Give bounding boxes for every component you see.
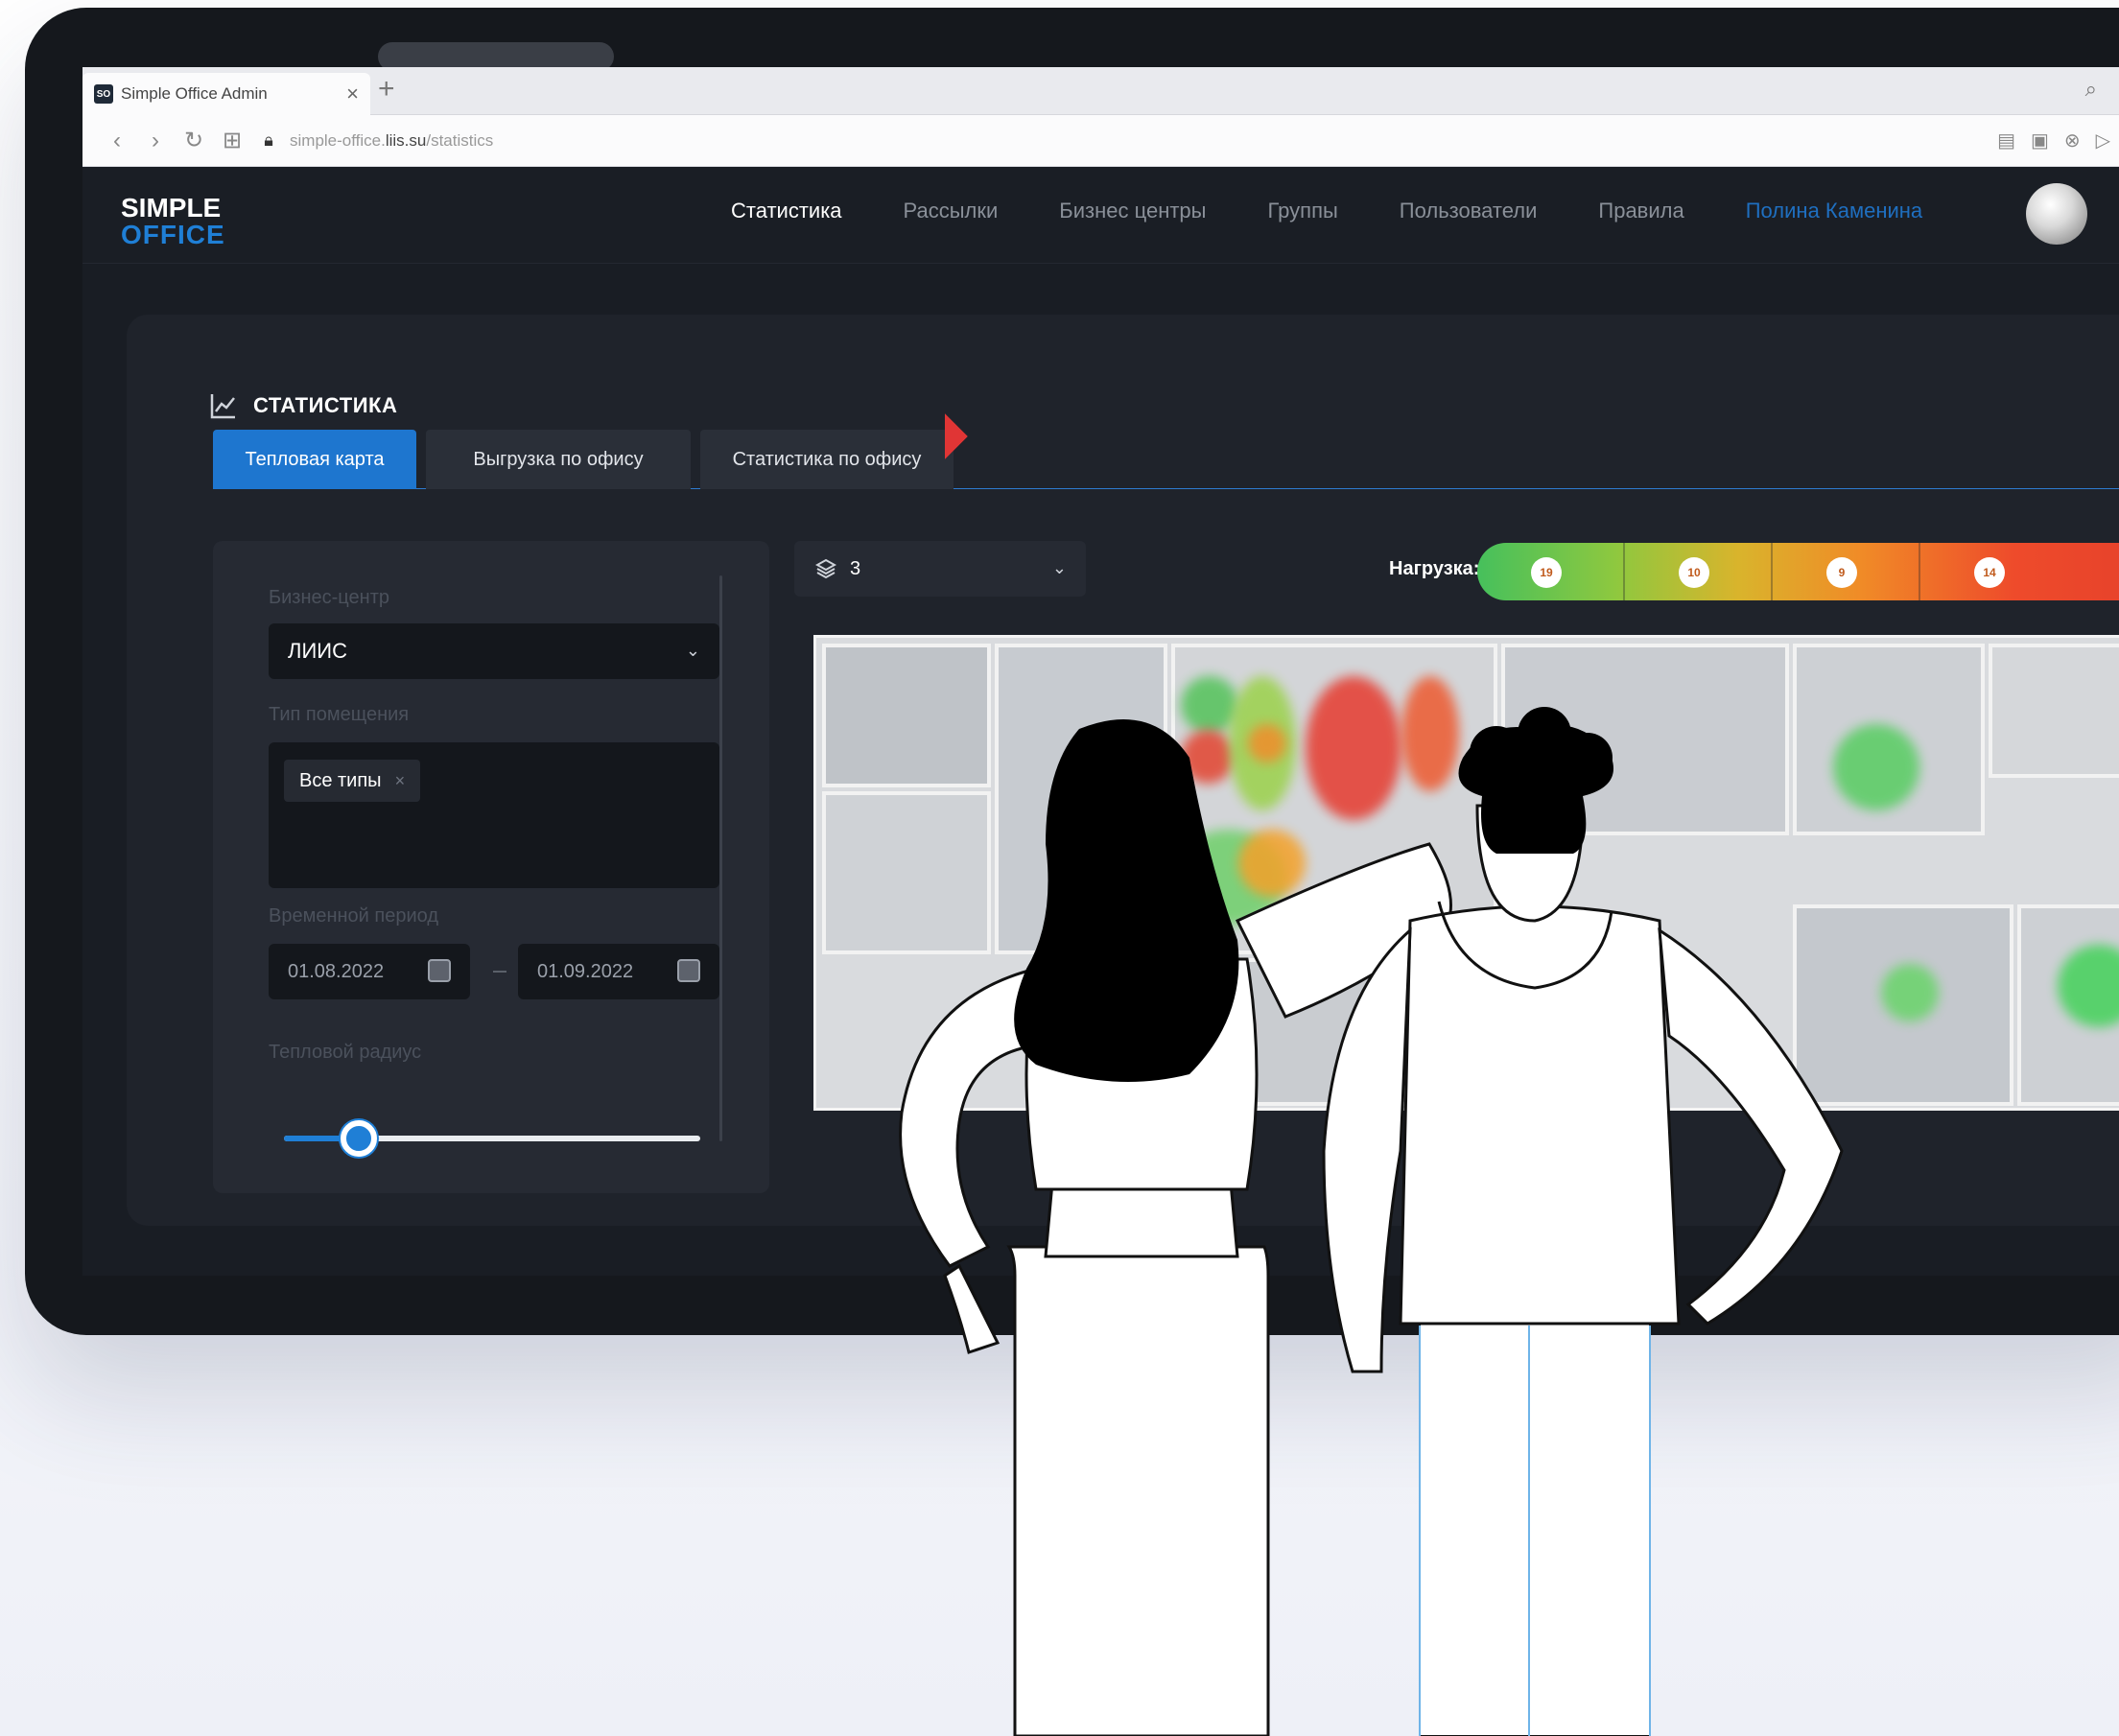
- url-prefix: simple-office.: [290, 130, 386, 150]
- search-icon[interactable]: ⌕: [2085, 77, 2097, 102]
- apps-grid-icon[interactable]: ⊞: [213, 127, 251, 154]
- period-label: Временной период: [269, 905, 439, 927]
- new-badge-icon: [922, 413, 968, 459]
- user-name[interactable]: Полина Каменина: [1746, 199, 1922, 223]
- line-chart-icon: [210, 394, 235, 419]
- floor-value: 3: [850, 557, 861, 579]
- filter-scrollbar[interactable]: [719, 575, 722, 1141]
- room-type-chip[interactable]: Все типы ×: [284, 760, 421, 802]
- app-header: SIMPLE OFFICE Статистика Рассылки Бизнес…: [82, 168, 2119, 264]
- back-icon[interactable]: ‹: [98, 128, 136, 154]
- room: [1989, 644, 2119, 778]
- heat-spot: [1190, 1002, 1248, 1060]
- tab-office-stats[interactable]: Статистика по офису: [700, 430, 954, 489]
- tab-office-stats-label: Статистика по офису: [732, 448, 922, 470]
- heat-spot: [1833, 724, 1919, 810]
- heat-spot: [1306, 676, 1401, 820]
- room-type-label: Тип помещения: [269, 704, 410, 725]
- layers-icon: [815, 558, 836, 579]
- date-to-input[interactable]: 01.09.2022: [518, 944, 719, 999]
- url-domain: liis.su: [385, 130, 427, 150]
- close-tab-icon[interactable]: ×: [346, 82, 359, 106]
- favicon-icon: SO: [94, 84, 113, 104]
- heat-spot: [1881, 964, 1939, 1021]
- reload-icon[interactable]: ↻: [175, 127, 213, 154]
- page-title: СТАТИСТИКА: [209, 391, 397, 420]
- business-center-select[interactable]: ЛИИС ⌄: [269, 623, 719, 679]
- send-icon[interactable]: ▷: [2096, 129, 2110, 152]
- room: [1501, 644, 1789, 835]
- heat-spot: [1181, 730, 1235, 784]
- floor-select[interactable]: 3 ⌄: [794, 541, 1086, 597]
- date-to-value: 01.09.2022: [537, 960, 634, 982]
- address-bar: ‹ › ↻ ⊞ 🔒︎ simple-office.liis.su/statist…: [82, 115, 2119, 167]
- reader-icon[interactable]: ▤: [1997, 129, 2015, 152]
- new-tab-icon[interactable]: +: [378, 75, 395, 104]
- logo-line-2: OFFICE: [121, 220, 225, 249]
- nav-rules[interactable]: Правила: [1598, 199, 1683, 223]
- heat-radius-label: Тепловой радиус: [269, 1042, 422, 1063]
- date-from-value: 01.08.2022: [288, 960, 385, 982]
- heat-radius-slider[interactable]: [284, 1120, 700, 1157]
- avatar[interactable]: [2026, 183, 2087, 245]
- load-count-high: 9: [1826, 557, 1857, 588]
- main-nav: Статистика Рассылки Бизнес центры Группы…: [731, 199, 1961, 223]
- date-range-separator: [493, 971, 506, 973]
- browser-tab[interactable]: SO Simple Office Admin ×: [82, 73, 370, 115]
- room-type-field[interactable]: Все типы ×: [269, 742, 719, 888]
- date-from-input[interactable]: 01.08.2022: [269, 944, 470, 999]
- heat-spot: [1248, 724, 1286, 762]
- room: [822, 644, 991, 787]
- calendar-icon[interactable]: [677, 959, 700, 982]
- nav-business-centers[interactable]: Бизнес центры: [1059, 199, 1206, 223]
- chevron-down-icon: ⌄: [1051, 558, 1067, 577]
- calendar-icon[interactable]: [428, 959, 451, 982]
- room: [995, 644, 1167, 954]
- browser-window: SO Simple Office Admin × + ⌕ ‹ › ↻ ⊞ 🔒︎ …: [82, 67, 2119, 1276]
- lock-icon: 🔒︎: [264, 130, 273, 150]
- load-count-low: 19: [1531, 557, 1562, 588]
- load-divider: [1623, 543, 1625, 600]
- room-type-chip-label: Все типы: [299, 769, 382, 791]
- tab-bar: Тепловая карта Выгрузка по офису Статист…: [213, 430, 2119, 489]
- nav-statistics[interactable]: Статистика: [731, 199, 842, 223]
- browser-tab-title: Simple Office Admin: [121, 84, 268, 103]
- url-field[interactable]: simple-office.liis.su/statistics: [290, 131, 493, 151]
- filter-card: Бизнес-центр ЛИИС ⌄ Тип помещения Все ти…: [213, 541, 769, 1193]
- remove-chip-icon[interactable]: ×: [395, 771, 406, 791]
- browser-toolbar: ▤ ▣ ⊗ ▷ ♡: [1997, 129, 2119, 152]
- browser-tabbar: SO Simple Office Admin × + ⌕: [82, 67, 2119, 115]
- load-count-very-high: 14: [1974, 557, 2005, 588]
- vpn-icon[interactable]: ⊗: [2064, 129, 2081, 152]
- page-title-text: СТАТИСТИКА: [253, 393, 398, 417]
- url-path: /statistics: [426, 130, 494, 150]
- tab-export[interactable]: Выгрузка по офису: [426, 430, 691, 489]
- logo-line-1: SIMPLE: [121, 193, 222, 223]
- heat-spot: [1238, 830, 1306, 897]
- app-logo[interactable]: SIMPLE OFFICE: [121, 195, 225, 248]
- load-divider: [1919, 543, 1920, 600]
- heat-spot: [1401, 676, 1459, 791]
- room: [822, 791, 991, 954]
- load-divider: [1771, 543, 1773, 600]
- load-count-medium: 10: [1679, 557, 1709, 588]
- business-center-value: ЛИИС: [288, 639, 347, 663]
- nav-mailings[interactable]: Рассылки: [904, 199, 999, 223]
- chevron-down-icon: ⌄: [685, 641, 700, 660]
- statistics-panel: СТАТИСТИКА Тепловая карта Выгрузка по оф…: [127, 315, 2119, 1226]
- load-label: Нагрузка:: [1389, 558, 1480, 579]
- heat-radius-thumb[interactable]: [341, 1120, 378, 1157]
- floor-plan-heatmap[interactable]: [813, 635, 2119, 1111]
- load-legend: 19 10 9 14: [1477, 543, 2119, 600]
- forward-icon[interactable]: ›: [136, 128, 175, 154]
- marketing-scene: SO Simple Office Admin × + ⌕ ‹ › ↻ ⊞ 🔒︎ …: [0, 0, 2119, 1736]
- nav-groups[interactable]: Группы: [1267, 199, 1337, 223]
- screenshot-icon[interactable]: ▣: [2031, 129, 2049, 152]
- business-center-label: Бизнес-центр: [269, 587, 389, 608]
- nav-users[interactable]: Пользователи: [1400, 199, 1538, 223]
- tab-heatmap[interactable]: Тепловая карта: [213, 430, 416, 489]
